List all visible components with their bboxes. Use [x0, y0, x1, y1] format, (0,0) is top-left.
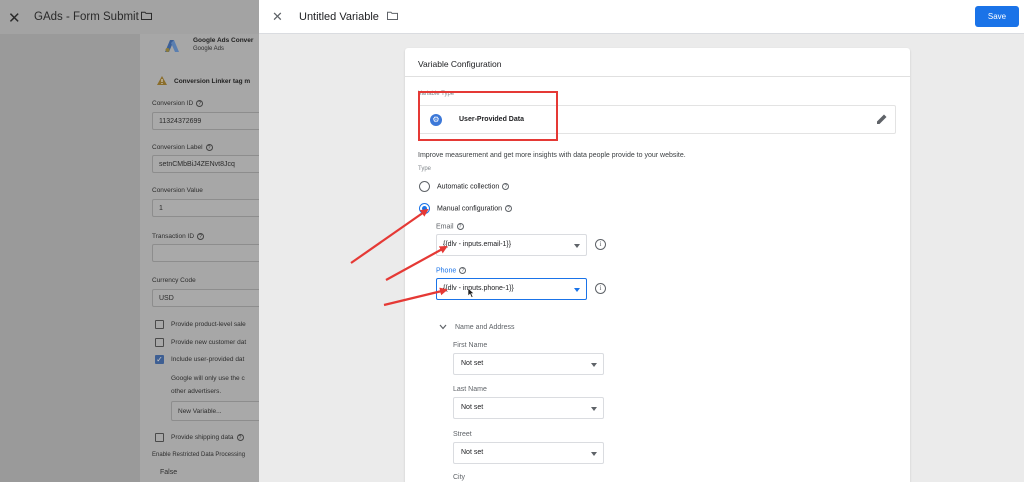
chevron-down-icon [591, 452, 597, 456]
info-icon[interactable]: i [595, 239, 606, 250]
pencil-icon[interactable] [876, 113, 888, 125]
chevron-down-icon[interactable] [439, 324, 447, 330]
variable-drawer: ✕ Untitled Variable Save Variable Config… [259, 0, 1024, 482]
shipping-label: Provide shipping data? [171, 434, 244, 441]
radio-automatic[interactable] [419, 181, 430, 192]
email-label: Email? [436, 223, 464, 230]
warning-text: Conversion Linker tag m [174, 78, 251, 85]
help-icon[interactable]: ? [505, 205, 512, 212]
conversion-value-input[interactable]: 1 [152, 199, 272, 217]
first-name-select[interactable]: Not set [453, 353, 604, 375]
transaction-id-label: Transaction ID? [152, 233, 205, 240]
chevron-down-icon [574, 288, 580, 292]
help-icon[interactable]: ? [502, 183, 510, 190]
folder-icon[interactable] [387, 11, 398, 20]
restricted-value: False [160, 469, 178, 476]
chevron-down-icon [591, 363, 597, 367]
radio-manual-label: Manual configuration? [437, 205, 512, 212]
phone-label: Phone? [436, 267, 467, 274]
chevron-down-icon [574, 244, 580, 248]
conversion-id-label: Conversion ID? [152, 100, 204, 107]
street-label: Street [453, 431, 472, 438]
first-name-value: Not set [461, 360, 484, 367]
config-description: Improve measurement and get more insight… [418, 152, 686, 159]
help-icon[interactable]: ? [236, 434, 244, 441]
email-select[interactable]: {{dlv - inputs.email-1}} [436, 234, 587, 256]
folder-icon[interactable] [141, 11, 152, 20]
phone-select[interactable]: {{dlv - inputs.phone-1}} [436, 278, 587, 300]
warning-icon [157, 76, 167, 85]
divider [405, 76, 910, 77]
radio-manual[interactable] [419, 203, 430, 214]
last-name-value: Not set [461, 404, 484, 411]
annotation-highlight-box [418, 91, 558, 141]
save-button[interactable]: Save [975, 6, 1019, 27]
street-value: Not set [461, 449, 484, 456]
transaction-id-input[interactable] [152, 244, 272, 262]
phone-value: {{dlv - inputs.phone-1}} [443, 285, 514, 292]
currency-code-input[interactable]: USD [152, 289, 272, 307]
tag-type-name: Google Ads Conver [193, 37, 254, 44]
email-value: {{dlv - inputs.email-1}} [443, 241, 512, 248]
close-icon[interactable]: ✕ [272, 9, 283, 25]
user-provided-label: Include user-provided dat [171, 356, 245, 363]
new-variable-button[interactable]: New Variable... [171, 401, 261, 421]
last-name-label: Last Name [453, 386, 487, 393]
drawer-title[interactable]: Untitled Variable [299, 11, 379, 23]
note-line-1: Google will only use the c [171, 375, 245, 382]
help-icon[interactable]: ? [205, 144, 213, 151]
conversion-label-input[interactable]: setnCMbBiJ4ZENvt8Jcq [152, 155, 272, 173]
last-name-select[interactable]: Not set [453, 397, 604, 419]
cursor-icon [468, 288, 475, 298]
variable-configuration-card: Variable Configuration Variable Type ⚙ U… [405, 48, 910, 482]
city-label: City [453, 474, 466, 481]
info-icon[interactable]: i [595, 283, 606, 294]
conversion-id-input[interactable]: 11324372699 [152, 112, 272, 130]
help-icon[interactable]: ? [196, 100, 204, 107]
chevron-down-icon [591, 407, 597, 411]
restricted-label: Enable Restricted Data Processing [152, 452, 246, 458]
type-label: Type [418, 166, 432, 172]
new-customer-label: Provide new customer dat [171, 339, 247, 346]
google-ads-logo-icon [165, 40, 179, 52]
shipping-checkbox[interactable] [155, 433, 164, 442]
close-icon[interactable]: ✕ [8, 9, 21, 27]
street-select[interactable]: Not set [453, 442, 604, 464]
help-icon[interactable]: ? [197, 233, 205, 240]
radio-automatic-label: Automatic collection? [437, 183, 510, 190]
tag-type-sub: Google Ads [193, 46, 225, 52]
new-variable-button-label: New Variable... [178, 408, 222, 415]
help-icon[interactable]: ? [456, 223, 464, 230]
conversion-label-label: Conversion Label? [152, 144, 213, 151]
background-tag-title: GAds - Form Submit [34, 11, 139, 23]
help-icon[interactable]: ? [459, 267, 467, 274]
first-name-label: First Name [453, 342, 488, 349]
note-line-2: other advertisers. [171, 388, 222, 395]
product-level-checkbox[interactable] [155, 320, 164, 329]
product-level-label: Provide product-level sale [171, 321, 246, 328]
new-customer-checkbox[interactable] [155, 338, 164, 347]
conversion-value-label: Conversion Value [152, 187, 203, 194]
user-provided-checkbox[interactable]: ✓ [155, 355, 164, 364]
currency-code-label: Currency Code [152, 277, 196, 284]
name-address-section-title[interactable]: Name and Address [455, 324, 515, 331]
drawer-header: ✕ Untitled Variable Save [259, 0, 1024, 34]
config-title: Variable Configuration [418, 59, 502, 69]
